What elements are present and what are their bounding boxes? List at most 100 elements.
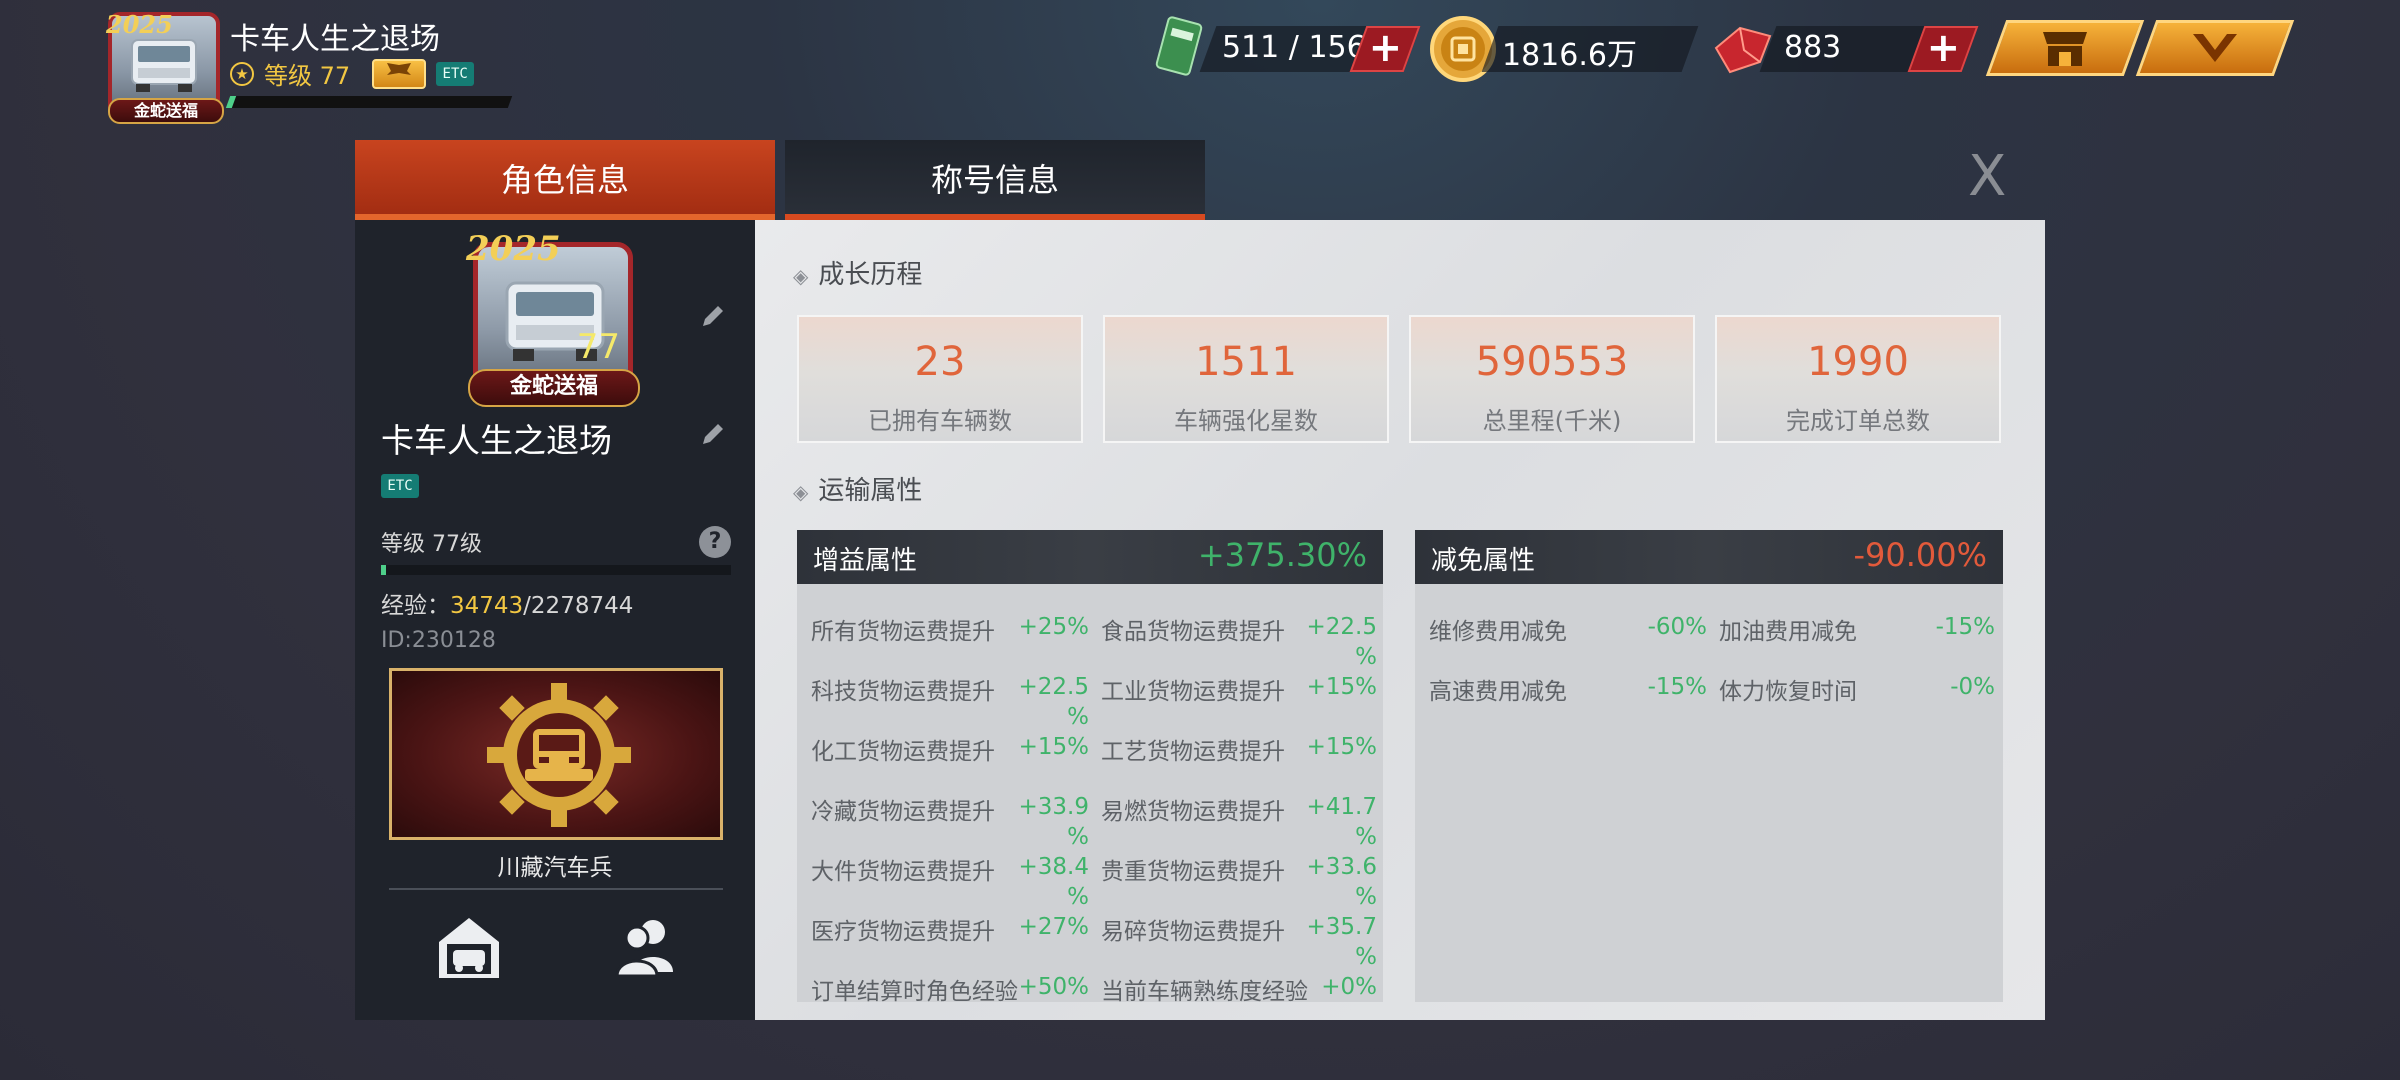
- tab-role-info[interactable]: 角色信息: [355, 140, 775, 220]
- help-icon[interactable]: ?: [699, 526, 731, 558]
- friends-icon: [615, 920, 673, 978]
- attribute-name: 工业货物运费提升: [1101, 679, 1285, 705]
- diamond-bullet-icon: ◈: [793, 480, 809, 504]
- attribute-row: 科技货物运费提升 +22.5 % 工业货物运费提升 +15%: [797, 654, 1383, 730]
- title-name: 川藏汽车兵: [497, 855, 613, 881]
- attribute-name: 食品货物运费提升: [1101, 619, 1285, 645]
- growth-title-text: 成长历程: [818, 260, 923, 290]
- divider: [389, 888, 723, 890]
- attribute-value: +15%: [1306, 674, 1377, 700]
- edit-name-pencil-icon[interactable]: [699, 420, 727, 448]
- player-xp-bar: [225, 96, 513, 108]
- bonus-total: +375.30%: [1197, 536, 1367, 574]
- reduction-total: -90.00%: [1853, 536, 1987, 574]
- stat-card-stars: 1511 车辆强化星数: [1103, 315, 1389, 443]
- attribute-name: 科技货物运费提升: [811, 679, 995, 705]
- stat-value: 590553: [1475, 339, 1629, 385]
- profile-level: 等级 77级: [381, 532, 482, 557]
- avatar-year-tag: 2025: [106, 10, 173, 39]
- stat-value: 1511: [1195, 339, 1297, 385]
- vip-badge[interactable]: [372, 58, 427, 89]
- coin-value: 1816.6万: [1502, 38, 1637, 73]
- stat-value: 23: [914, 339, 966, 385]
- attribute-name: 加油费用减免: [1719, 619, 1857, 645]
- attribute-row: 医疗货物运费提升 +27% 易碎货物运费提升 +35.7 %: [797, 894, 1383, 970]
- stat-label: 已拥有车辆数: [868, 407, 1012, 435]
- player-id: ID:230128: [381, 628, 496, 653]
- stat-label: 完成订单总数: [1786, 407, 1930, 435]
- gear-truck-emblem-icon: [487, 683, 631, 827]
- avatar-ribbon: 金蛇送福: [468, 369, 640, 407]
- shop-icon: [2043, 32, 2087, 66]
- attribute-value: +50%: [1018, 974, 1089, 1000]
- stat-card-vehicles: 23 已拥有车辆数: [797, 315, 1083, 443]
- attribute-name: 维修费用减免: [1429, 619, 1567, 645]
- reduction-attributes-list: 维修费用减免 -60% 加油费用减免 -15% 高速费用减免 -15% 体力恢复时间 -0%: [1415, 584, 2003, 1002]
- close-button[interactable]: X: [1968, 144, 2006, 209]
- attribute-name: 易燃货物运费提升: [1101, 799, 1285, 825]
- reduction-attributes-header: 减免属性 -90.00%: [1415, 530, 2003, 584]
- player-avatar[interactable]: 2025 金蛇送福: [106, 10, 224, 124]
- stat-card-orders: 1990 完成订单总数: [1715, 315, 2001, 443]
- profile-avatar[interactable]: 2025 77 金蛇送福: [466, 229, 640, 407]
- player-xp-fill: [225, 96, 236, 108]
- transport-title-text: 运输属性: [818, 476, 923, 506]
- stat-card-mileage: 590553 总里程(千米): [1409, 315, 1695, 443]
- player-level: 等级 77: [264, 62, 351, 90]
- attribute-value: +25%: [1018, 614, 1089, 640]
- diamond-bullet-icon: ◈: [793, 264, 809, 288]
- gem-value: 883: [1784, 30, 1842, 65]
- attribute-value: -15%: [1647, 674, 1707, 700]
- etc-badge: ETC: [381, 474, 419, 498]
- attribute-name: 所有货物运费提升: [811, 619, 995, 645]
- profile-name: 卡车人生之退场: [381, 421, 612, 460]
- stat-label: 车辆强化星数: [1174, 407, 1318, 435]
- exp-total: /2278744: [523, 593, 634, 619]
- garage-icon: [439, 918, 499, 978]
- attribute-value: +15%: [1306, 734, 1377, 760]
- add-gems-button[interactable]: +: [1907, 25, 1979, 72]
- expand-menu-button[interactable]: [2135, 20, 2295, 76]
- fuel-value: 511 / 156: [1222, 30, 1366, 65]
- player-name: 卡车人生之退场: [230, 22, 440, 57]
- attribute-value: -0%: [1950, 674, 1995, 700]
- plus-icon: +: [1368, 25, 1403, 71]
- attribute-name: 医疗货物运费提升: [811, 919, 995, 945]
- bonus-attributes-list[interactable]: 所有货物运费提升 +25% 食品货物运费提升 +22.5 % 科技货物运费提升 +22.5…: [797, 584, 1383, 1002]
- stat-value: 1990: [1807, 339, 1909, 385]
- reduction-title: 减免属性: [1431, 546, 1536, 576]
- chevron-down-icon: [2193, 34, 2237, 62]
- friends-button[interactable]: [609, 910, 685, 986]
- attribute-value: +15%: [1018, 734, 1089, 760]
- role-profile-panel: 2025 77 金蛇送福 卡车人生之退场 ETC 等级 77级 ? 经验：347…: [355, 220, 755, 1020]
- stat-label: 总里程(千米): [1482, 407, 1622, 435]
- attribute-row: 高速费用减免 -15% 体力恢复时间 -0%: [1415, 654, 2003, 714]
- edit-avatar-pencil-icon[interactable]: [699, 302, 727, 330]
- add-fuel-button[interactable]: +: [1349, 25, 1421, 72]
- truck-icon: [131, 39, 197, 92]
- attribute-value: -15%: [1935, 614, 1995, 640]
- profile-xp-bar: [381, 565, 731, 575]
- attribute-value: -60%: [1647, 614, 1707, 640]
- bonus-title: 增益属性: [813, 546, 918, 576]
- attribute-name: 贵重货物运费提升: [1101, 859, 1285, 885]
- avatar-year-tag: 2025: [466, 229, 561, 269]
- attribute-name: 冷藏货物运费提升: [811, 799, 995, 825]
- role-stats-panel: ◈ 成长历程 23 已拥有车辆数 1511 车辆强化星数 590553 总里程(千…: [755, 220, 2045, 1020]
- tab-title-info[interactable]: 称号信息: [785, 140, 1205, 220]
- star-icon: ★: [230, 61, 254, 86]
- exp-current: 34743: [450, 593, 524, 619]
- attribute-name: 化工货物运费提升: [811, 739, 995, 765]
- shop-button[interactable]: [1985, 20, 2145, 76]
- attribute-row: 订单结算时角色经验 +50% 当前车辆熟练度经验 +0%: [797, 954, 1383, 1002]
- attribute-name: 大件货物运费提升: [811, 859, 995, 885]
- title-card[interactable]: [389, 668, 723, 840]
- attribute-name: 高速费用减免: [1429, 679, 1567, 705]
- garage-button[interactable]: [431, 910, 507, 986]
- attribute-name: 易碎货物运费提升: [1101, 919, 1285, 945]
- attribute-row: 维修费用减免 -60% 加油费用减免 -15%: [1415, 594, 2003, 654]
- attribute-name: 工艺货物运费提升: [1101, 739, 1285, 765]
- profile-exp: 经验：34743/2278744: [381, 586, 633, 620]
- attribute-value: +0%: [1321, 974, 1377, 1000]
- avatar-ribbon: 金蛇送福: [108, 98, 224, 124]
